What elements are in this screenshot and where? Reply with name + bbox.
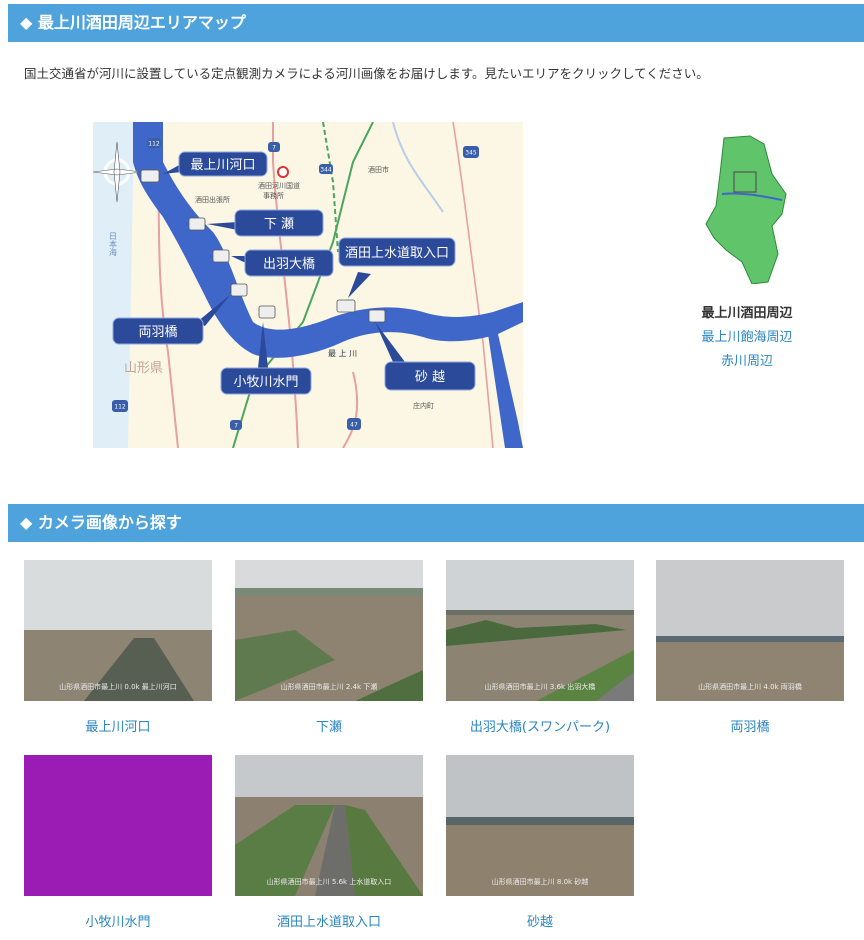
camera-icon [336,299,356,313]
map-place-label: 事務所 [263,191,284,200]
area-link-akumi[interactable]: 最上川飽海周辺 [684,326,810,350]
area-map: 112 7 344 345 112 7 47 酒田市 酒田河川国道 事務所 酒田… [93,122,523,448]
camera-card-isago[interactable]: 山形県酒田市最上川 8.0k 砂越 砂越 [446,755,634,930]
camera-image[interactable]: 山形県酒田市最上川 8.0k 砂越 [446,755,634,896]
camera-card-kakou[interactable]: 山形県酒田市最上川 0.0k 最上川河口 最上川河口 [24,560,212,735]
camera-icon [368,309,386,323]
camera-image[interactable]: 山形県酒田市最上川 3.6k 出羽大橋 [446,560,634,701]
camera-caption[interactable]: 砂越 [446,911,634,930]
route-shield: 7 [272,145,276,152]
camera-card-shimose[interactable]: 山形県酒田市最上川 2.4k 下瀬 下瀬 [235,560,423,735]
camera-icon [230,283,248,297]
map-section-header: ◆ 最上川酒田周辺エリアマップ [8,4,864,42]
camera-image[interactable]: 山形県酒田市最上川 0.0k 最上川河口 [24,560,212,701]
svg-text:最上川河口: 最上川河口 [190,158,255,173]
camera-card-dewa[interactable]: 山形県酒田市最上川 3.6k 出羽大橋 出羽大橋(スワンパーク) [446,560,634,735]
camera-stamp: 山形県酒田市最上川 4.0k 両羽橋 [698,683,802,691]
camera-image[interactable]: 山形県酒田市最上川 5.6k 上水道取入口 [235,755,423,896]
map-place-label: 酒田出張所 [195,195,230,204]
camera-card-ryouha[interactable]: 山形県酒田市最上川 4.0k 両羽橋 両羽橋 [656,560,844,735]
map-sea-label: 日本海 [109,232,118,257]
route-shield: 47 [350,422,358,429]
area-link-current[interactable]: 最上川酒田周辺 [684,302,810,326]
camera-caption[interactable]: 最上川河口 [24,716,212,735]
camera-card-josui[interactable]: 山形県酒田市最上川 5.6k 上水道取入口 酒田上水道取入口 [235,755,423,930]
camera-image[interactable]: 山形県酒田市最上川 2.4k 下瀬 [235,560,423,701]
map-place-label: 酒田市 [368,165,389,174]
camera-caption[interactable]: 両羽橋 [656,716,844,735]
map-river-label: 最 上 川 [328,349,357,358]
camera-stamp: 山形県酒田市最上川 8.0k 砂越 [491,878,589,886]
svg-text:小牧川水門: 小牧川水門 [233,375,298,390]
camera-stamp: 山形県酒田市最上川 2.4k 下瀬 [280,683,378,691]
camera-stamp: 山形県酒田市最上川 5.6k 上水道取入口 [266,878,392,886]
camera-stamp: 山形県酒田市最上川 3.6k 出羽大橋 [484,683,596,691]
camera-icon [212,249,230,263]
camera-caption[interactable]: 小牧川水門 [24,911,212,930]
camera-caption[interactable]: 出羽大橋(スワンパーク) [446,716,634,735]
map-label-dewa[interactable]: 出羽大橋 [231,249,334,277]
camera-caption[interactable]: 下瀬 [235,716,423,735]
camera-image[interactable]: 山形県酒田市最上川 4.0k 両羽橋 [656,560,844,701]
route-shield: 7 [234,423,238,430]
route-shield: 344 [320,167,332,174]
intro-text: 国土交通省が河川に設置している定点観測カメラによる河川画像をお届けします。見たい… [24,66,709,81]
svg-text:砂 越: 砂 越 [415,370,445,385]
camera-icon [140,169,160,183]
map-place-label: 庄内町 [413,401,434,410]
office-marker-icon [277,166,289,178]
route-shield: 345 [465,150,477,157]
camera-section-header: ◆ カメラ画像から探す [8,504,864,542]
route-shield: 112 [114,404,126,411]
camera-image-placeholder[interactable] [24,755,212,896]
svg-text:酒田上水道取入口: 酒田上水道取入口 [345,246,449,261]
route-shield: 112 [148,141,160,148]
camera-caption[interactable]: 酒田上水道取入口 [235,911,423,930]
camera-card-komaki[interactable]: 小牧川水門 [24,755,212,930]
prefecture-mini-map [705,135,787,284]
map-place-label: 酒田河川国道 [258,181,300,190]
camera-icon [258,305,276,319]
camera-icon [188,217,206,231]
map-pref-label: 山形県 [124,361,163,376]
svg-text:出羽大橋: 出羽大橋 [263,257,315,272]
camera-stamp: 山形県酒田市最上川 0.0k 最上川河口 [59,683,177,691]
area-link-akagawa[interactable]: 赤川周辺 [684,350,810,374]
svg-text:下 瀬: 下 瀬 [264,217,294,232]
svg-text:両羽橋: 両羽橋 [138,325,177,340]
